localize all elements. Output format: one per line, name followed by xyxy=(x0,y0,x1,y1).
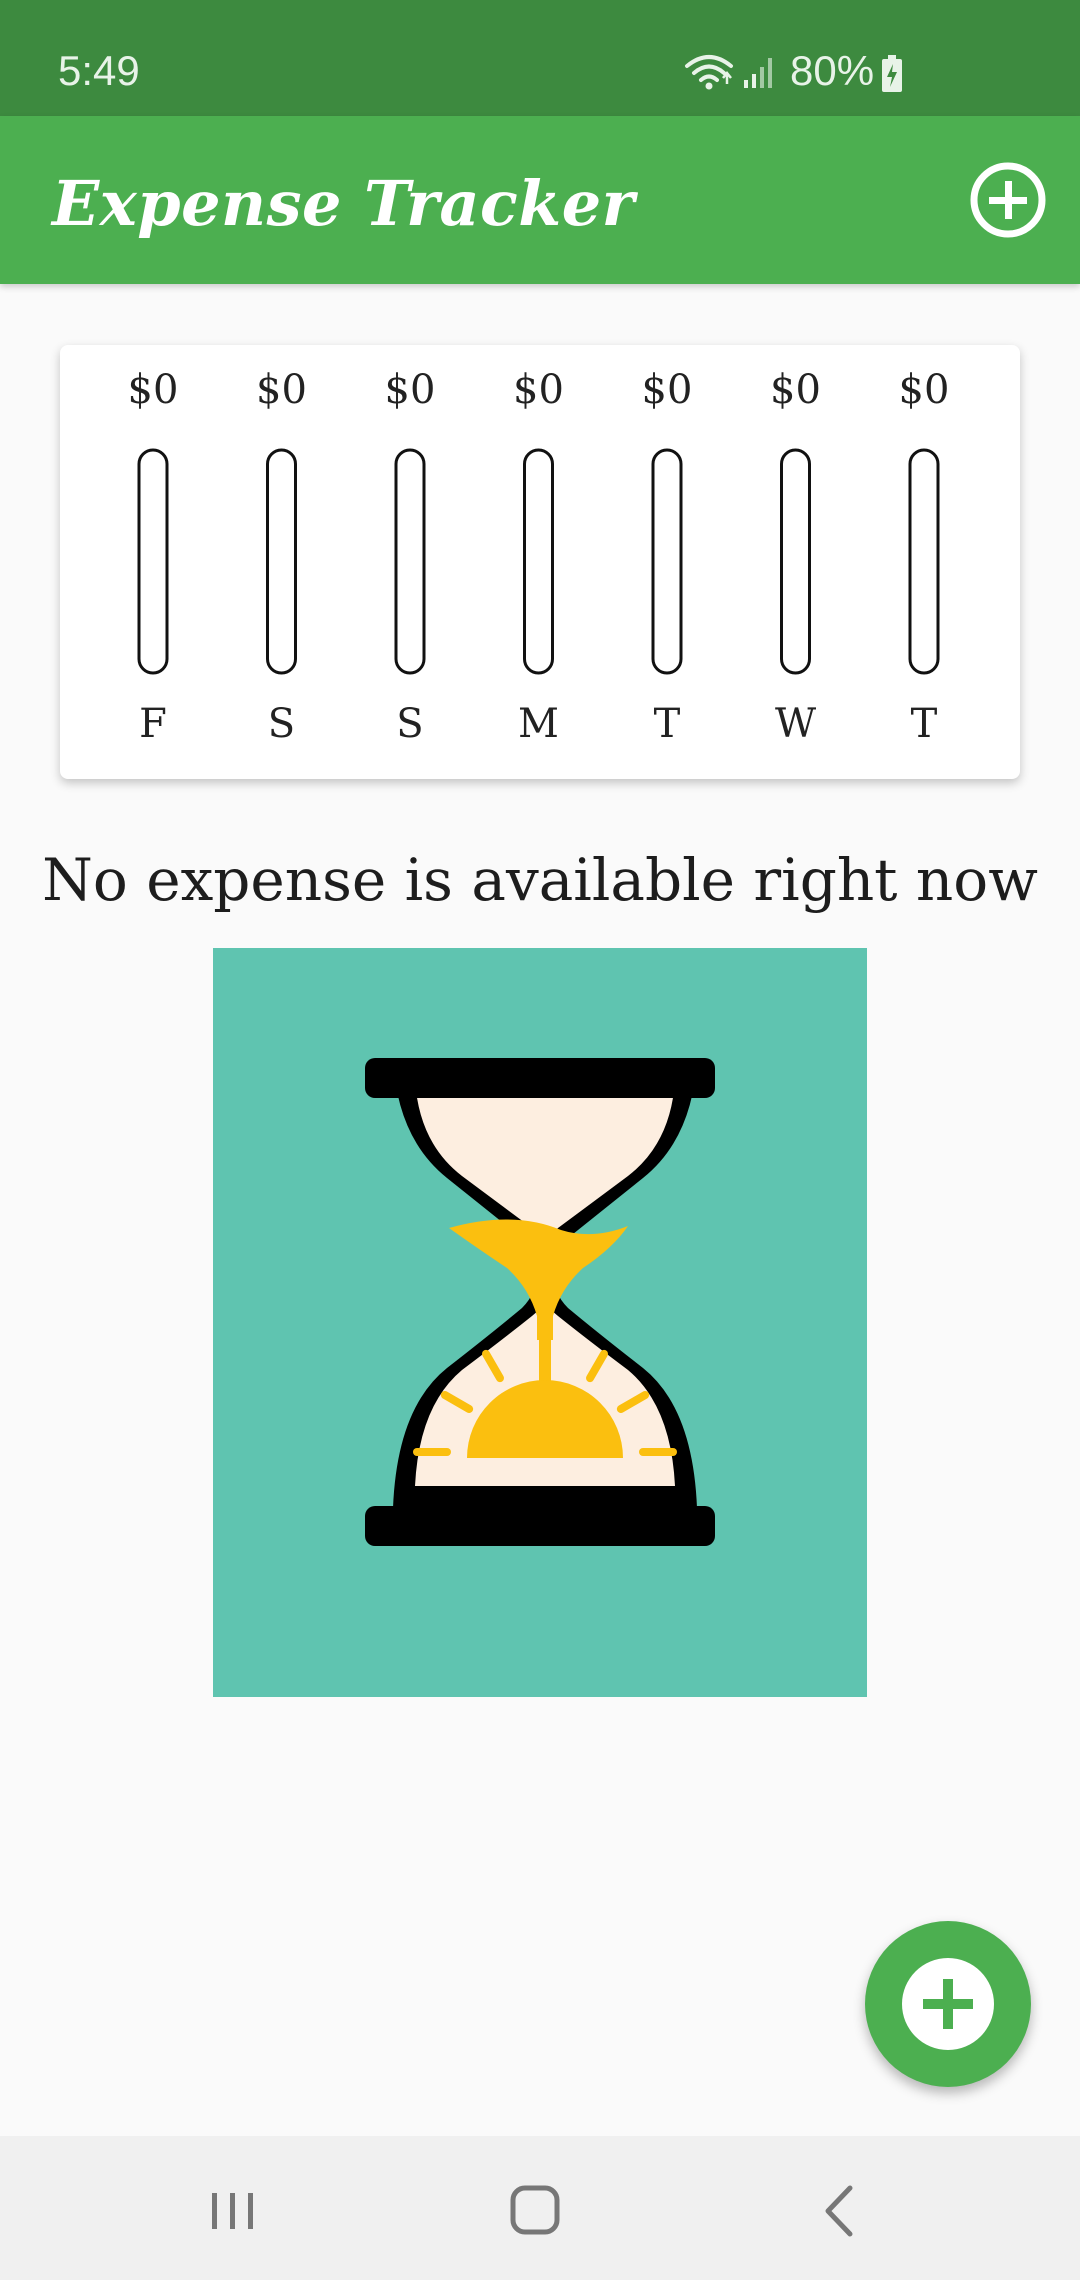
hourglass-icon xyxy=(365,1058,715,1546)
weekly-bar-chart: $0 F $0 S $0 S $0 M $0 T $0 W $0 T xyxy=(128,367,950,747)
add-icon xyxy=(902,1958,994,2050)
app-title: Expense Tracker xyxy=(52,167,635,240)
bar-value-label: $0 xyxy=(642,367,693,413)
empty-state-message: No expense is available right now xyxy=(42,846,1038,914)
recent-apps-icon[interactable] xyxy=(188,2166,278,2256)
day-label: S xyxy=(396,701,423,747)
bar-value-label: $0 xyxy=(385,367,436,413)
add-expense-fab[interactable] xyxy=(865,1921,1031,2087)
bar-value-label: $0 xyxy=(770,367,821,413)
day-label: S xyxy=(268,701,295,747)
back-icon[interactable] xyxy=(794,2166,884,2256)
add-circle-outline-icon[interactable] xyxy=(968,160,1048,240)
day-label: T xyxy=(911,701,938,747)
bar-track xyxy=(651,448,683,675)
weekly-chart-card: $0 F $0 S $0 S $0 M $0 T $0 W $0 T xyxy=(60,345,1020,779)
day-label: W xyxy=(775,701,816,747)
bar-value-label: $0 xyxy=(128,367,179,413)
bar-track xyxy=(780,448,811,675)
day-label: F xyxy=(139,701,167,747)
bar-value-label: $0 xyxy=(899,367,950,413)
bar-track xyxy=(908,448,940,675)
bar-value-label: $0 xyxy=(513,367,564,413)
bar-track xyxy=(394,448,426,675)
day-label: M xyxy=(518,701,559,747)
bar-value-label: $0 xyxy=(256,367,307,413)
bar-track xyxy=(523,448,554,675)
wifi-icon xyxy=(685,55,733,90)
bar-track xyxy=(137,448,169,675)
home-icon[interactable] xyxy=(491,2166,581,2256)
app-bar: Expense Tracker xyxy=(0,116,1080,284)
battery-charging-icon xyxy=(882,55,902,92)
system-navigation-bar xyxy=(0,2136,1080,2280)
empty-state-image xyxy=(213,948,867,1697)
bar-track xyxy=(266,448,297,675)
day-label: T xyxy=(654,701,681,747)
status-bar: 5:49 80% xyxy=(0,0,1080,116)
signal-icon xyxy=(744,58,772,88)
status-time: 5:49 xyxy=(58,47,140,94)
battery-percentage: 80% xyxy=(790,47,875,94)
